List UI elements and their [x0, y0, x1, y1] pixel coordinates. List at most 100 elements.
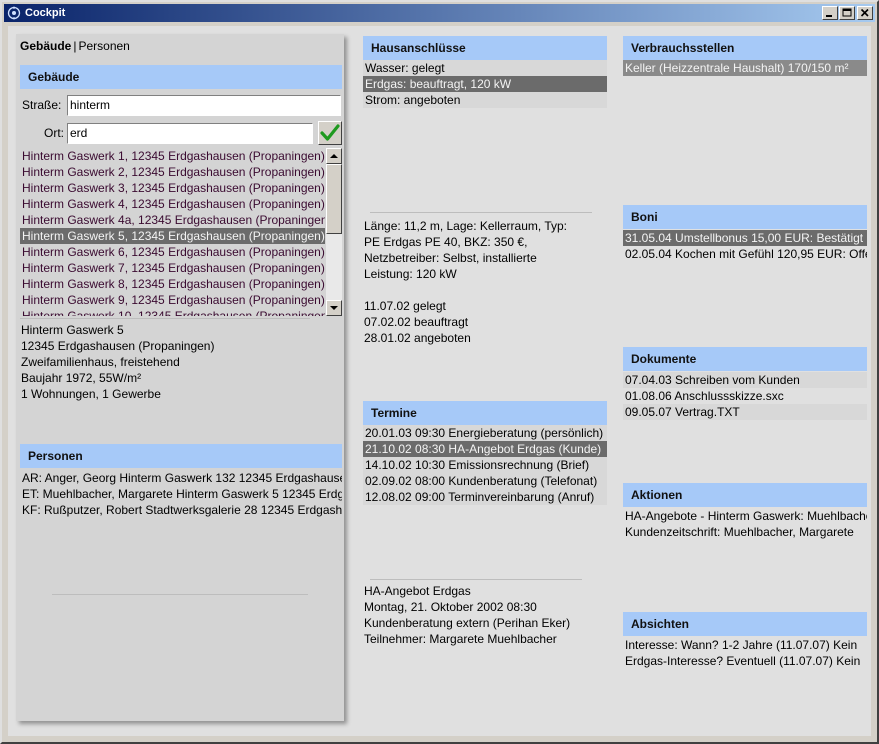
history-line: 11.07.02 gelegt — [364, 299, 446, 313]
hausanschluss-item[interactable]: Erdgas: beauftragt, 120 kW — [363, 76, 607, 92]
dokumente-list[interactable]: 07.04.03 Schreiben vom Kunden 01.08.06 An… — [623, 372, 867, 422]
detail-line: PE Erdgas PE 40, BKZ: 350 €, — [364, 235, 528, 249]
address-item[interactable]: Hinterm Gaswerk 4a, 12345 Erdgashausen (… — [20, 212, 325, 228]
termin-detail: HA-Angebot Erdgas Montag, 21. Oktober 200… — [364, 583, 570, 647]
address-item[interactable]: Hinterm Gaswerk 2, 12345 Erdgashausen (P… — [20, 164, 325, 180]
detail-line: Hinterm Gaswerk 5 — [21, 323, 124, 337]
ort-input[interactable]: erd — [67, 123, 313, 144]
dokument-item[interactable]: 01.08.06 Anschlussskizze.sxc — [623, 388, 867, 404]
tab-separator: | — [73, 39, 77, 53]
hausanschluss-item[interactable]: Wasser: gelegt — [363, 60, 607, 76]
strasse-label: Straße: — [22, 98, 62, 112]
address-item[interactable]: Hinterm Gaswerk 5, 12345 Erdgashausen (P… — [20, 228, 325, 244]
absicht-item[interactable]: Interesse: Wann? 1-2 Jahre (11.07.07) Ke… — [623, 637, 867, 653]
boni-list[interactable]: 31.05.04 Umstellbonus 15,00 EUR: Bestäti… — [623, 230, 867, 264]
aktionen-list[interactable]: HA-Angebote - Hinterm Gaswerk: Muehlbach… — [623, 508, 867, 542]
minimize-button[interactable] — [822, 6, 838, 20]
maximize-button[interactable] — [839, 6, 855, 20]
hausanschluesse-list[interactable]: Wasser: gelegt Erdgas: beauftragt, 120 kW… — [363, 60, 607, 110]
window-title: Cockpit — [25, 7, 66, 19]
detail-line: Baujahr 1972, 55W/m² — [21, 371, 142, 385]
absicht-item[interactable]: Erdgas-Interesse? Eventuell (11.07.07) K… — [623, 653, 867, 669]
address-item[interactable]: Hinterm Gaswerk 7, 12345 Erdgashausen (P… — [20, 260, 325, 276]
tab-personen[interactable]: Personen — [78, 39, 129, 53]
close-button[interactable] — [857, 6, 873, 20]
detail-line: Netzbetreiber: Selbst, installierte — [364, 251, 537, 265]
termin-item[interactable]: 21.10.02 08:30 HA-Angebot Erdgas (Kunde) — [363, 441, 607, 457]
title-bar[interactable]: Cockpit — [4, 4, 875, 22]
hausanschluss-detail: Länge: 11,2 m, Lage: Kellerraum, Typ: PE … — [364, 218, 567, 282]
verbrauchsstellen-list[interactable]: Keller (Heizzentrale Haushalt) 170/150 m… — [623, 60, 867, 78]
absichten-list[interactable]: Interesse: Wann? 1-2 Jahre (11.07.07) Ke… — [623, 637, 867, 671]
detail-line: HA-Angebot Erdgas — [364, 584, 471, 598]
scroll-thumb[interactable] — [326, 164, 342, 234]
tab-gebaeude[interactable]: Gebäude — [20, 39, 71, 53]
termine-header: Termine — [363, 401, 607, 425]
client-area: Gebäude | Personen Gebäude Straße: hinterm… — [8, 26, 871, 736]
detail-line: Kundenberatung extern (Perihan Eker) — [364, 616, 571, 630]
person-item[interactable]: AR: Anger, Georg Hinterm Gaswerk 132 123… — [20, 470, 342, 486]
divider — [370, 579, 582, 580]
bonus-item[interactable]: 02.05.04 Kochen mit Gefühl 120,95 EUR: O… — [623, 246, 867, 262]
checkmark-icon — [320, 124, 340, 141]
hausanschluss-item[interactable]: Strom: angeboten — [363, 92, 607, 108]
detail-line: 12345 Erdgashausen (Propaningen) — [21, 339, 215, 353]
address-item[interactable]: Hinterm Gaswerk 4, 12345 Erdgashausen (P… — [20, 196, 325, 212]
aktion-item[interactable]: Kundenzeitschrift: Muehlbacher, Margaret… — [623, 524, 867, 540]
panel-tabs: Gebäude | Personen — [20, 39, 130, 53]
gebaeude-header: Gebäude — [20, 65, 342, 89]
address-item[interactable]: Hinterm Gaswerk 9, 12345 Erdgashausen (P… — [20, 292, 325, 308]
scroll-up-button[interactable] — [326, 148, 342, 164]
person-item[interactable]: ET: Muehlbacher, Margarete Hinterm Gaswe… — [20, 486, 342, 502]
detail-line: Zweifamilienhaus, freistehend — [21, 355, 180, 369]
address-list[interactable]: Hinterm Gaswerk 1, 12345 Erdgashausen (P… — [20, 148, 325, 316]
building-details: Hinterm Gaswerk 5 12345 Erdgashausen (Pro… — [21, 322, 214, 402]
close-icon — [860, 8, 869, 17]
personen-list[interactable]: AR: Anger, Georg Hinterm Gaswerk 132 123… — [20, 470, 342, 520]
address-item[interactable]: Hinterm Gaswerk 3, 12345 Erdgashausen (P… — [20, 180, 325, 196]
cockpit-window: Cockpit Gebäude | Personen Gebäude Straße:… — [0, 0, 879, 744]
verbrauchsstelle-item[interactable]: Keller (Heizzentrale Haushalt) 170/150 m… — [623, 60, 867, 76]
termine-list[interactable]: 20.01.03 09:30 Energieberatung (persönli… — [363, 425, 607, 507]
absichten-header: Absichten — [623, 612, 867, 636]
detail-line: Leistung: 120 kW — [364, 267, 457, 281]
maximize-icon — [842, 8, 852, 17]
termin-item[interactable]: 02.09.02 08:00 Kundenberatung (Telefonat… — [363, 473, 607, 489]
address-item[interactable]: Hinterm Gaswerk 6, 12345 Erdgashausen (P… — [20, 244, 325, 260]
personen-header: Personen — [20, 444, 342, 468]
hausanschluss-history: 11.07.02 gelegt 07.02.02 beauftragt 28.01.… — [364, 298, 471, 346]
app-icon — [7, 6, 21, 20]
divider — [52, 594, 308, 595]
detail-line: Montag, 21. Oktober 2002 08:30 — [364, 600, 537, 614]
termin-item[interactable]: 12.08.02 09:00 Terminvereinbarung (Anruf… — [363, 489, 607, 505]
person-item[interactable]: KF: Rußputzer, Robert Stadtwerksgalerie … — [20, 502, 342, 518]
address-item[interactable]: Hinterm Gaswerk 10, 12345 Erdgashausen (… — [20, 308, 325, 316]
aktion-item[interactable]: HA-Angebote - Hinterm Gaswerk: Muehlbach… — [623, 508, 867, 524]
termin-item[interactable]: 20.01.03 09:30 Energieberatung (persönli… — [363, 425, 607, 441]
strasse-input[interactable]: hinterm — [67, 95, 341, 116]
detail-line: Länge: 11,2 m, Lage: Kellerraum, Typ: — [364, 219, 568, 233]
hausanschluesse-header: Hausanschlüsse — [363, 36, 607, 60]
gebaeude-panel: Gebäude | Personen Gebäude Straße: hinterm… — [16, 34, 344, 721]
divider — [20, 318, 310, 319]
detail-line: 1 Wohnungen, 1 Gewerbe — [21, 387, 161, 401]
address-item[interactable]: Hinterm Gaswerk 1, 12345 Erdgashausen (P… — [20, 148, 325, 164]
dokument-item[interactable]: 07.04.03 Schreiben vom Kunden — [623, 372, 867, 388]
bonus-item[interactable]: 31.05.04 Umstellbonus 15,00 EUR: Bestäti… — [623, 230, 867, 246]
verbrauchsstellen-header: Verbrauchsstellen — [623, 36, 867, 60]
ort-label: Ort: — [44, 126, 64, 140]
detail-line: Teilnehmer: Margarete Muehlbacher — [364, 632, 557, 646]
address-list-scrollbar[interactable] — [326, 148, 342, 316]
address-item[interactable]: Hinterm Gaswerk 8, 12345 Erdgashausen (P… — [20, 276, 325, 292]
history-line: 07.02.02 beauftragt — [364, 315, 469, 329]
search-ok-button[interactable] — [318, 121, 342, 145]
dokumente-header: Dokumente — [623, 347, 867, 371]
minimize-icon — [826, 15, 832, 17]
termin-item[interactable]: 14.10.02 10:30 Emissionsrechnung (Brief) — [363, 457, 607, 473]
dokument-item[interactable]: 09.05.07 Vertrag.TXT — [623, 404, 867, 420]
boni-header: Boni — [623, 205, 867, 229]
scroll-up-icon — [330, 154, 338, 158]
scroll-down-button[interactable] — [326, 300, 342, 316]
scroll-down-icon — [330, 306, 338, 310]
aktionen-header: Aktionen — [623, 483, 867, 507]
